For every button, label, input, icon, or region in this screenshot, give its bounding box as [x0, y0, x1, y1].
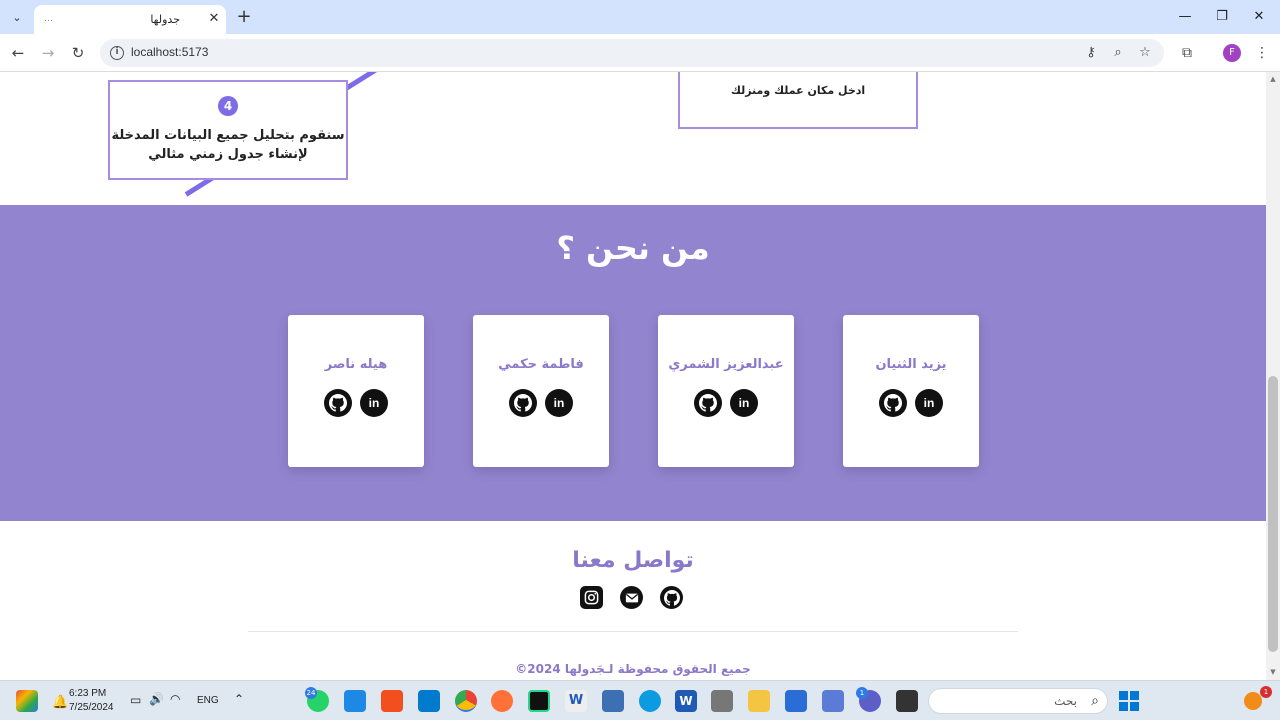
new-tab-button[interactable]: + — [234, 7, 254, 27]
edge-icon[interactable] — [639, 690, 661, 712]
windows-taskbar: 🔔 6:23 PM 7/25/2024 ▭ 🔊 ◠ ENG ⌃ 24 W W 1… — [0, 680, 1280, 720]
menu-kebab-icon[interactable]: ⋮ — [1253, 44, 1271, 62]
file-explorer-icon[interactable] — [748, 690, 770, 712]
vscode-icon[interactable] — [418, 690, 440, 712]
step-card-3: ادخل مكان عملك ومنزلك — [678, 72, 918, 129]
member-name: عبدالعزيز الشمري — [668, 357, 784, 372]
widgets-icon[interactable] — [1244, 692, 1262, 710]
windows-start-icon[interactable] — [1119, 691, 1139, 711]
firefox-icon[interactable] — [491, 690, 513, 712]
volume-icon[interactable]: 🔊 — [149, 692, 164, 706]
github-icon[interactable] — [694, 389, 722, 417]
clock-date[interactable]: 7/25/2024 — [69, 702, 114, 713]
member-card: هيله ناصر in — [288, 315, 424, 467]
member-name: هيله ناصر — [324, 357, 388, 372]
linkedin-icon[interactable]: in — [730, 389, 758, 417]
footer-divider — [248, 631, 1018, 632]
member-card: يزيد الثنيان in — [843, 315, 979, 467]
whatsapp-badge: 24 — [305, 687, 317, 699]
notification-bell-icon[interactable]: 🔔 — [52, 694, 68, 710]
chrome-icon[interactable] — [455, 690, 477, 712]
step-number-badge: 4 — [218, 96, 238, 116]
about-title: من نحن ؟ — [556, 229, 710, 267]
tab-close-icon[interactable]: ✕ — [206, 11, 222, 27]
search-icon: ⌕ — [1091, 693, 1099, 709]
browser-window: ⌄ … جدولها ✕ + — ❐ ✕ ← → ↻ i localhost:5… — [0, 0, 1280, 720]
step-connector-line — [344, 72, 382, 91]
github-icon[interactable] — [324, 389, 352, 417]
clock-time[interactable]: 6:23 PM — [69, 688, 106, 699]
widgets-badge: 1 — [1260, 686, 1272, 698]
reload-button[interactable]: ↻ — [68, 43, 88, 63]
scroll-up-icon[interactable]: ▲ — [1269, 75, 1277, 83]
pycharm-icon[interactable] — [528, 690, 550, 712]
copilot-icon[interactable] — [16, 690, 38, 712]
tab-title: جدولها — [150, 13, 180, 26]
browser-toolbar: ← → ↻ i localhost:5173 ⚷ ⌕ ☆ ⧉ F ⋮ — [0, 34, 1280, 72]
site-info-icon[interactable]: i — [110, 46, 124, 60]
member-card: عبدالعزيز الشمري in — [658, 315, 794, 467]
screen-tool-icon[interactable] — [602, 690, 624, 712]
virtualbox-icon[interactable] — [822, 690, 844, 712]
contact-icons — [580, 586, 683, 609]
wifi-icon[interactable]: ◠ — [170, 692, 180, 706]
step-text: ادخل مكان عملك ومنزلك — [730, 84, 866, 97]
scroll-thumb[interactable] — [1268, 376, 1278, 652]
page-scrollbar[interactable]: ▲ ▼ — [1266, 72, 1280, 680]
contact-title: تواصل معنا — [572, 548, 694, 573]
wps-icon[interactable]: W — [565, 690, 587, 712]
linkedin-icon[interactable]: in — [360, 389, 388, 417]
step-text-line2: لإنشاء جدول زمني مثالي — [148, 147, 308, 162]
member-card: فاطمة حكمي in — [473, 315, 609, 467]
about-section: من نحن ؟ يزيد الثنيان in عبدالعزيز الشمر… — [0, 205, 1266, 521]
instagram-icon[interactable] — [580, 586, 603, 609]
battery-icon[interactable]: ▭ — [130, 693, 141, 707]
url-text: localhost:5173 — [131, 45, 209, 59]
member-name: فاطمة حكمي — [498, 357, 584, 372]
linkedin-icon[interactable]: in — [545, 389, 573, 417]
member-name: يزيد الثنيان — [875, 357, 947, 372]
profile-avatar[interactable]: F — [1223, 44, 1241, 62]
minimize-button[interactable]: — — [1170, 6, 1200, 28]
linkedin-icon[interactable]: in — [915, 389, 943, 417]
paint-app-icon[interactable] — [344, 690, 366, 712]
word-icon[interactable]: W — [675, 690, 697, 712]
github-icon[interactable] — [509, 389, 537, 417]
github-icon[interactable] — [879, 389, 907, 417]
tab-strip: ⌄ … جدولها ✕ + — ❐ ✕ — [0, 0, 1280, 34]
email-icon[interactable] — [620, 586, 643, 609]
inkscape-icon[interactable] — [711, 690, 733, 712]
taskbar-search[interactable]: بحث ⌕ — [928, 688, 1108, 714]
page-viewport: 4 سنقوم بتحليل جميع البيانات المدخلة لإن… — [0, 72, 1266, 680]
search-label: بحث — [1054, 694, 1077, 708]
favicon-icon: … — [44, 14, 53, 24]
teams-badge: 1 — [856, 687, 868, 699]
chevron-up-icon[interactable]: ⌃ — [234, 692, 244, 706]
step-card-4: 4 سنقوم بتحليل جميع البيانات المدخلة لإن… — [108, 80, 348, 180]
restore-button[interactable]: ❐ — [1207, 6, 1237, 28]
step-text-line1: سنقوم بتحليل جميع البيانات المدخلة — [111, 128, 345, 143]
extensions-icon[interactable]: ⧉ — [1178, 44, 1196, 62]
figma-icon[interactable] — [381, 690, 403, 712]
terminal-icon[interactable] — [896, 690, 918, 712]
forward-button[interactable]: → — [38, 43, 58, 63]
close-window-button[interactable]: ✕ — [1244, 6, 1274, 28]
active-tab[interactable]: … جدولها ✕ — [34, 5, 226, 34]
tab-search-icon[interactable]: ⌄ — [6, 7, 28, 27]
store-icon[interactable] — [785, 690, 807, 712]
back-button[interactable]: ← — [8, 43, 28, 63]
scroll-down-icon[interactable]: ▼ — [1269, 668, 1277, 676]
password-key-icon[interactable]: ⚷ — [1083, 45, 1099, 61]
copyright-text: جميع الحقوق محفوظة لـجَدولها 2024© — [515, 662, 751, 676]
zoom-icon[interactable]: ⌕ — [1110, 45, 1126, 61]
language-indicator[interactable]: ENG — [197, 695, 219, 706]
bookmark-star-icon[interactable]: ☆ — [1137, 45, 1153, 61]
github-icon[interactable] — [660, 586, 683, 609]
address-bar[interactable]: i localhost:5173 ⚷ ⌕ ☆ — [100, 39, 1164, 67]
